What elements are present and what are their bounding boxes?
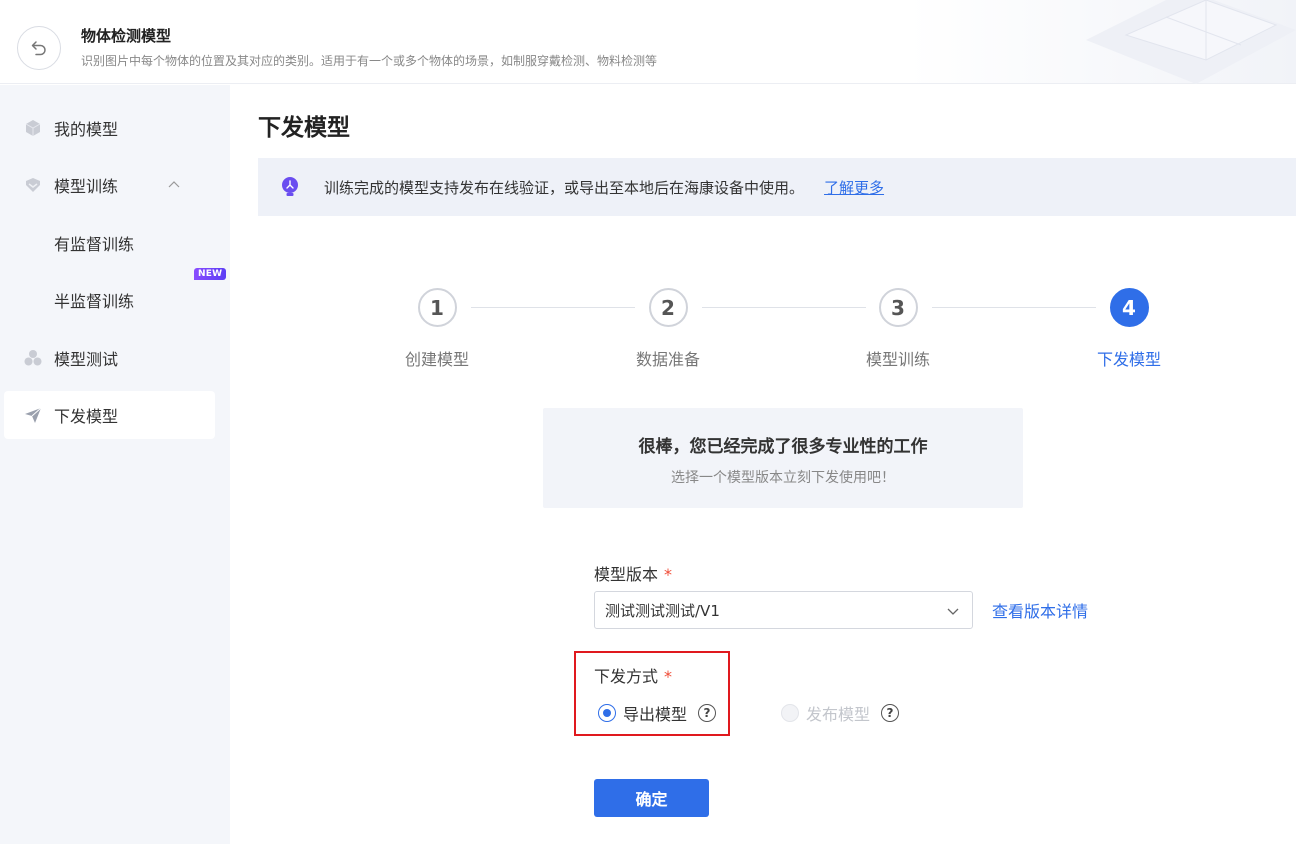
cluster-icon bbox=[23, 348, 43, 368]
required-mark: * bbox=[664, 565, 673, 584]
header-description: 识别图片中每个物体的位置及其对应的类别。适用于有一个或多个物体的场景，如制服穿戴… bbox=[81, 54, 658, 68]
radio-label: 发布模型 bbox=[806, 705, 871, 724]
new-badge: NEW bbox=[194, 268, 227, 280]
deploy-method-label: 下发方式 * bbox=[594, 663, 672, 687]
sidebar-item-label: 模型训练 bbox=[54, 177, 119, 196]
model-version-label: 模型版本 * bbox=[594, 561, 672, 585]
sidebar-item-label: 我的模型 bbox=[54, 120, 119, 139]
banner-text: 训练完成的模型支持发布在线验证，或导出至本地后在海康设备中使用。 bbox=[324, 178, 805, 197]
radio-button-checked[interactable] bbox=[598, 704, 616, 722]
sidebar-item-label: 半监督训练 bbox=[54, 292, 135, 311]
field-label: 下发方式 bbox=[594, 667, 659, 686]
step-label: 模型训练 bbox=[865, 350, 930, 369]
sidebar-item-model-testing[interactable]: 模型测试 bbox=[4, 334, 215, 382]
back-arrow-icon bbox=[31, 41, 46, 56]
sidebar-item-model-training[interactable]: 模型训练 bbox=[4, 161, 215, 209]
step-label: 下发模型 bbox=[1096, 350, 1161, 369]
step-label: 数据准备 bbox=[635, 350, 700, 369]
completion-card: 很棒，您已经完成了很多专业性的工作 选择一个模型版本立刻下发使用吧！ bbox=[543, 408, 1023, 508]
chevron-down-icon bbox=[947, 608, 959, 615]
field-label: 模型版本 bbox=[594, 565, 659, 584]
sidebar-item-label: 有监督训练 bbox=[54, 235, 135, 254]
step-deploy-model: 4 下发模型 bbox=[1049, 288, 1209, 370]
chevron-up-icon[interactable] bbox=[167, 178, 181, 192]
card-title: 很棒，您已经完成了很多专业性的工作 bbox=[638, 437, 928, 457]
step-create-model: 1 创建模型 bbox=[357, 288, 517, 370]
help-icon[interactable]: ? bbox=[881, 704, 900, 722]
step-data-preparation: 2 数据准备 bbox=[588, 288, 748, 370]
help-icon[interactable]: ? bbox=[698, 704, 717, 722]
page-title: 下发模型 bbox=[258, 115, 350, 141]
lightbulb-icon bbox=[282, 177, 298, 196]
radio-label: 导出模型 bbox=[623, 705, 688, 724]
step-number: 2 bbox=[648, 288, 688, 327]
header-decoration bbox=[1066, 0, 1296, 84]
sidebar-item-label: 下发模型 bbox=[54, 407, 119, 426]
radio-publish-model[interactable]: 发布模型 ? bbox=[781, 701, 900, 725]
send-icon bbox=[23, 405, 43, 425]
back-button[interactable] bbox=[17, 26, 61, 70]
radio-button-disabled[interactable] bbox=[781, 704, 799, 722]
page-header: 物体检测模型 识别图片中每个物体的位置及其对应的类别。适用于有一个或多个物体的场… bbox=[0, 0, 1296, 84]
sidebar-item-my-models[interactable]: 我的模型 bbox=[4, 104, 215, 152]
sidebar-item-semi-supervised-training[interactable]: 半监督训练 NEW bbox=[4, 268, 227, 324]
step-model-training: 3 模型训练 bbox=[818, 288, 978, 370]
learn-more-link[interactable]: 了解更多 bbox=[824, 177, 884, 198]
selected-value: 测试测试测试/V1 bbox=[605, 601, 720, 620]
sidebar-item-deploy-model[interactable]: 下发模型 bbox=[4, 391, 215, 439]
header-title: 物体检测模型 bbox=[81, 27, 172, 45]
sidebar-item-supervised-training[interactable]: 有监督训练 bbox=[4, 219, 215, 267]
confirm-button[interactable]: 确定 bbox=[594, 779, 709, 817]
required-mark: * bbox=[664, 667, 673, 686]
sidebar-item-label: 模型测试 bbox=[54, 350, 119, 369]
cube-icon bbox=[23, 118, 43, 138]
step-number: 4 bbox=[1109, 288, 1149, 327]
sidebar: 我的模型 模型训练 有监督训练 半监督训练 NEW 模型测试 下发模型 bbox=[0, 85, 230, 844]
step-number: 1 bbox=[417, 288, 457, 327]
step-label: 创建模型 bbox=[404, 350, 469, 369]
card-subtitle: 选择一个模型版本立刻下发使用吧！ bbox=[671, 470, 895, 486]
radio-export-model[interactable]: 导出模型 ? bbox=[598, 701, 717, 725]
model-version-select[interactable]: 测试测试测试/V1 bbox=[594, 591, 973, 629]
view-version-details-link[interactable]: 查看版本详情 bbox=[992, 598, 1088, 622]
info-banner: 训练完成的模型支持发布在线验证，或导出至本地后在海康设备中使用。 了解更多 bbox=[258, 158, 1296, 216]
step-number: 3 bbox=[878, 288, 918, 327]
shield-icon bbox=[23, 175, 43, 195]
